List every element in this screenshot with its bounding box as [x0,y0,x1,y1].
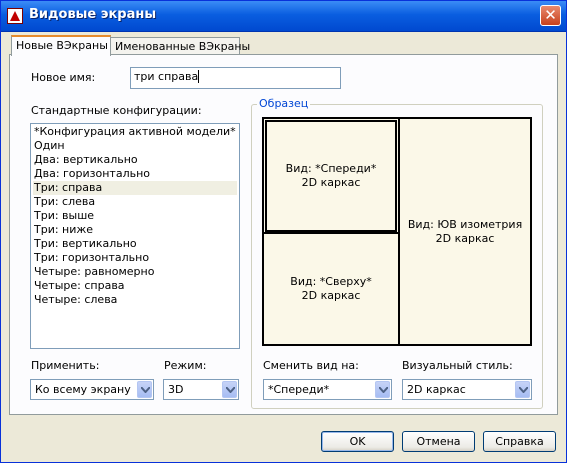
list-item[interactable]: Четыре: равномерно [33,265,237,279]
standard-configs-list[interactable]: *Конфигурация активной модели* Один Два:… [30,123,240,349]
apply-select[interactable]: Ко всему экрану [30,379,154,400]
autocad-app-icon [7,8,23,24]
chevron-down-icon[interactable] [222,381,237,398]
viewport-preview: Вид: *Спереди* 2D каркас Вид: *Сверху* 2… [262,117,532,346]
apply-label: Применить: [31,359,100,372]
tab-label: Новые ВЭкраны [16,39,108,52]
list-item[interactable]: Два: вертикально [33,153,237,167]
visual-style-select[interactable]: 2D каркас [402,379,532,400]
viewport-style-label: 2D каркас [301,289,361,302]
list-item[interactable]: Четыре: справа [33,279,237,293]
list-item[interactable]: Три: ниже [33,223,237,237]
list-item[interactable]: Один [33,139,237,153]
list-item[interactable]: *Конфигурация активной модели* [33,125,237,139]
close-icon: ✕ [544,6,557,24]
new-name-label: Новое имя: [31,71,96,84]
apply-value: Ко всему экрану [35,383,131,396]
list-item[interactable]: Три: вертикально [33,237,237,251]
visual-style-label: Визуальный стиль: [402,359,513,372]
list-item-selected[interactable]: Три: справа [33,181,237,195]
list-item[interactable]: Три: горизонтально [33,251,237,265]
change-view-label: Сменить вид на: [263,359,359,372]
tab-new-viewports[interactable]: Новые ВЭкраны [11,35,111,56]
close-button[interactable]: ✕ [540,5,561,26]
new-name-input[interactable]: три справа [130,67,341,89]
chevron-down-icon[interactable] [137,381,152,398]
mode-label: Режим: [164,359,207,372]
list-item[interactable]: Три: слева [33,195,237,209]
mode-value: 3D [168,383,184,396]
sample-caption: Образец [257,97,311,110]
list-item[interactable]: Три: выше [33,209,237,223]
chevron-down-icon[interactable] [515,381,530,398]
viewport-view-label: Вид: *Сверху* [290,275,372,288]
visual-style-value: 2D каркас [407,383,466,396]
cancel-button[interactable]: Отмена [402,431,475,452]
viewport-style-label: 2D каркас [435,231,495,245]
title-bar[interactable]: Видовые экраны ✕ [1,1,566,32]
viewport-right[interactable]: Вид: ЮВ изометрия 2D каркас [400,119,530,344]
change-view-select[interactable]: *Спереди* [263,379,392,400]
help-button[interactable]: Справка [483,431,556,452]
viewport-bottom-left[interactable]: Вид: *Сверху* 2D каркас [264,234,398,344]
text-cursor [198,70,200,83]
viewports-dialog: Видовые экраны ✕ Новые ВЭкраны Именованн… [0,0,567,463]
change-view-value: *Спереди* [268,383,330,396]
viewport-top-left[interactable]: Вид: *Спереди* 2D каркас [265,120,397,232]
mode-select[interactable]: 3D [163,379,239,400]
viewport-view-label: Вид: ЮВ изометрия [407,217,523,231]
chevron-down-icon[interactable] [375,381,390,398]
list-item[interactable]: Два: горизонтально [33,167,237,181]
window-title: Видовые экраны [29,7,157,22]
viewport-view-label: Вид: *Спереди* [285,162,377,175]
ok-button[interactable]: OK [321,431,394,452]
list-item[interactable]: Четыре: слева [33,293,237,307]
standard-configs-label: Стандартные конфигурации: [31,104,202,117]
viewport-style-label: 2D каркас [301,176,361,189]
new-name-value: три справа [134,70,199,83]
tab-label: Именованные ВЭкраны [115,40,251,53]
